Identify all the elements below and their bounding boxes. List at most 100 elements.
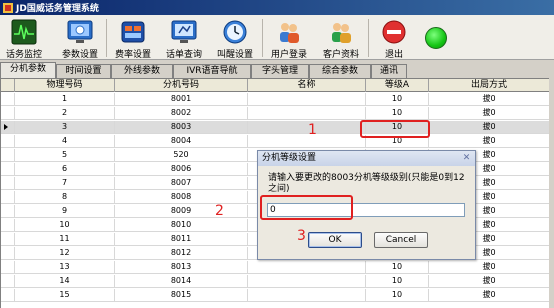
table-cell[interactable]: 拔0 (429, 289, 549, 301)
traffic-monitor-button[interactable]: 话务监控 (3, 17, 45, 60)
table-cell[interactable]: 8001 (115, 93, 248, 105)
table-cell[interactable]: 6 (15, 163, 115, 175)
column-header[interactable]: 名称 (248, 79, 366, 92)
table-row[interactable]: 14 8014 10 拔0 (1, 275, 549, 288)
table-cell[interactable]: 8007 (115, 177, 248, 189)
tab-time-settings[interactable]: 时间设置 (56, 64, 111, 78)
table-row[interactable]: 1 8001 10 拔0 (1, 93, 549, 106)
table-cell[interactable]: 3 (15, 121, 115, 133)
table-row[interactable]: 4 8004 10 拔0 (1, 135, 549, 148)
client-info-button[interactable]: 客户资料 (318, 17, 364, 60)
toolbar-label: 参数设置 (61, 50, 98, 60)
annotation-number: 1 (308, 122, 317, 138)
toolbar-separator (262, 19, 263, 57)
table-cell[interactable]: 8015 (115, 289, 248, 301)
tab-extension-params[interactable]: 分机参数 (0, 62, 56, 78)
column-header[interactable]: 出局方式 (429, 79, 549, 92)
table-cell[interactable] (248, 135, 366, 147)
column-header[interactable]: 物理号码 (15, 79, 115, 92)
table-cell[interactable]: 8002 (115, 107, 248, 119)
toolbar-label: 费率设置 (114, 50, 151, 60)
table-cell[interactable] (248, 289, 366, 301)
app-icon (3, 2, 13, 13)
table-cell[interactable]: 13 (15, 261, 115, 273)
table-cell[interactable]: 15 (15, 289, 115, 301)
tab-prefix-management[interactable]: 字头管理 (251, 64, 309, 78)
table-cell[interactable]: 4 (15, 135, 115, 147)
table-row[interactable]: 2 8002 10 拔0 (1, 107, 549, 120)
table-cell[interactable]: 11 (15, 233, 115, 245)
table-cell[interactable]: 7 (15, 177, 115, 189)
table-cell[interactable]: 8011 (115, 233, 248, 245)
user-login-button[interactable]: 用户登录 (266, 17, 312, 60)
table-cell[interactable]: 2 (15, 107, 115, 119)
tab-general-params[interactable]: 综合参数 (309, 64, 371, 78)
table-cell[interactable]: 拔0 (429, 261, 549, 273)
tab-ivr-navigation[interactable]: IVR语音导航 (173, 64, 251, 78)
alarm-clock-icon (223, 20, 247, 44)
table-cell[interactable]: 10 (366, 93, 429, 105)
row-indicator (1, 219, 15, 231)
table-cell[interactable]: 10 (366, 261, 429, 273)
cancel-button[interactable]: Cancel (374, 232, 428, 248)
table-cell[interactable]: 拔0 (429, 93, 549, 105)
table-cell[interactable]: 1 (15, 93, 115, 105)
bill-query-button[interactable]: 话单查询 (161, 17, 207, 60)
table-cell[interactable]: 9 (15, 205, 115, 217)
table-row[interactable]: 15 8015 10 拔0 (1, 289, 549, 302)
clients-icon (332, 23, 351, 43)
column-header[interactable]: 等级A (366, 79, 429, 92)
table-cell[interactable]: 8009 (115, 205, 248, 217)
row-indicator (1, 191, 15, 203)
ok-button[interactable]: OK (308, 232, 362, 248)
table-cell[interactable]: 520 (115, 149, 248, 161)
wakeup-settings-button[interactable]: 叫醒设置 (212, 17, 258, 60)
settings-monitor-icon (67, 20, 93, 43)
exit-button[interactable]: 退出 (374, 17, 414, 60)
table-cell[interactable]: 8 (15, 191, 115, 203)
table-cell[interactable] (248, 275, 366, 287)
table-cell[interactable]: 8008 (115, 191, 248, 203)
parameter-settings-button[interactable]: 参数设置 (58, 17, 102, 60)
row-indicator (1, 275, 15, 287)
table-cell[interactable]: 14 (15, 275, 115, 287)
table-cell[interactable] (248, 261, 366, 273)
table-cell[interactable]: 8003 (115, 121, 248, 133)
table-cell[interactable]: 拔0 (429, 121, 549, 133)
dialog-title-text: 分机等级设置 (262, 153, 317, 163)
rate-icon (121, 21, 145, 43)
toolbar-label: 叫醒设置 (216, 50, 253, 60)
table-cell[interactable] (248, 93, 366, 105)
row-indicator (1, 233, 15, 245)
table-cell[interactable]: 8014 (115, 275, 248, 287)
table-cell[interactable]: 拔0 (429, 275, 549, 287)
table-cell[interactable]: 5 (15, 149, 115, 161)
table-row[interactable]: 3 8003 10 拔0 (1, 121, 549, 134)
table-cell[interactable]: 拔0 (429, 135, 549, 147)
table-cell[interactable]: 8012 (115, 247, 248, 259)
table-cell[interactable] (248, 107, 366, 119)
close-icon[interactable]: ✕ (461, 153, 472, 164)
table-cell[interactable]: 8006 (115, 163, 248, 175)
table-cell[interactable] (248, 121, 366, 133)
rate-settings-button[interactable]: 费率设置 (110, 17, 156, 60)
table-cell[interactable]: 8010 (115, 219, 248, 231)
dialog-message: 请输入要更改的8003分机等级级别(只能是0到12之间) (268, 173, 465, 194)
table-cell[interactable]: 12 (15, 247, 115, 259)
table-cell[interactable]: 10 (366, 107, 429, 119)
table-cell[interactable]: 10 (15, 219, 115, 231)
table-cell[interactable]: 8013 (115, 261, 248, 273)
table-row[interactable]: 13 8013 10 拔0 (1, 261, 549, 274)
table-cell[interactable]: 10 (366, 275, 429, 287)
annotation-box-grade-cell (360, 120, 430, 138)
tab-trunk-params[interactable]: 外线参数 (111, 64, 173, 78)
row-indicator (1, 177, 15, 189)
row-indicator (1, 163, 15, 175)
row-indicator (1, 135, 15, 147)
column-header[interactable]: 分机号码 (115, 79, 248, 92)
table-cell[interactable]: 拔0 (429, 107, 549, 119)
table-cell[interactable]: 10 (366, 289, 429, 301)
tab-communication[interactable]: 通讯 (371, 64, 407, 78)
status-indicator-light (425, 27, 447, 49)
table-cell[interactable]: 8004 (115, 135, 248, 147)
